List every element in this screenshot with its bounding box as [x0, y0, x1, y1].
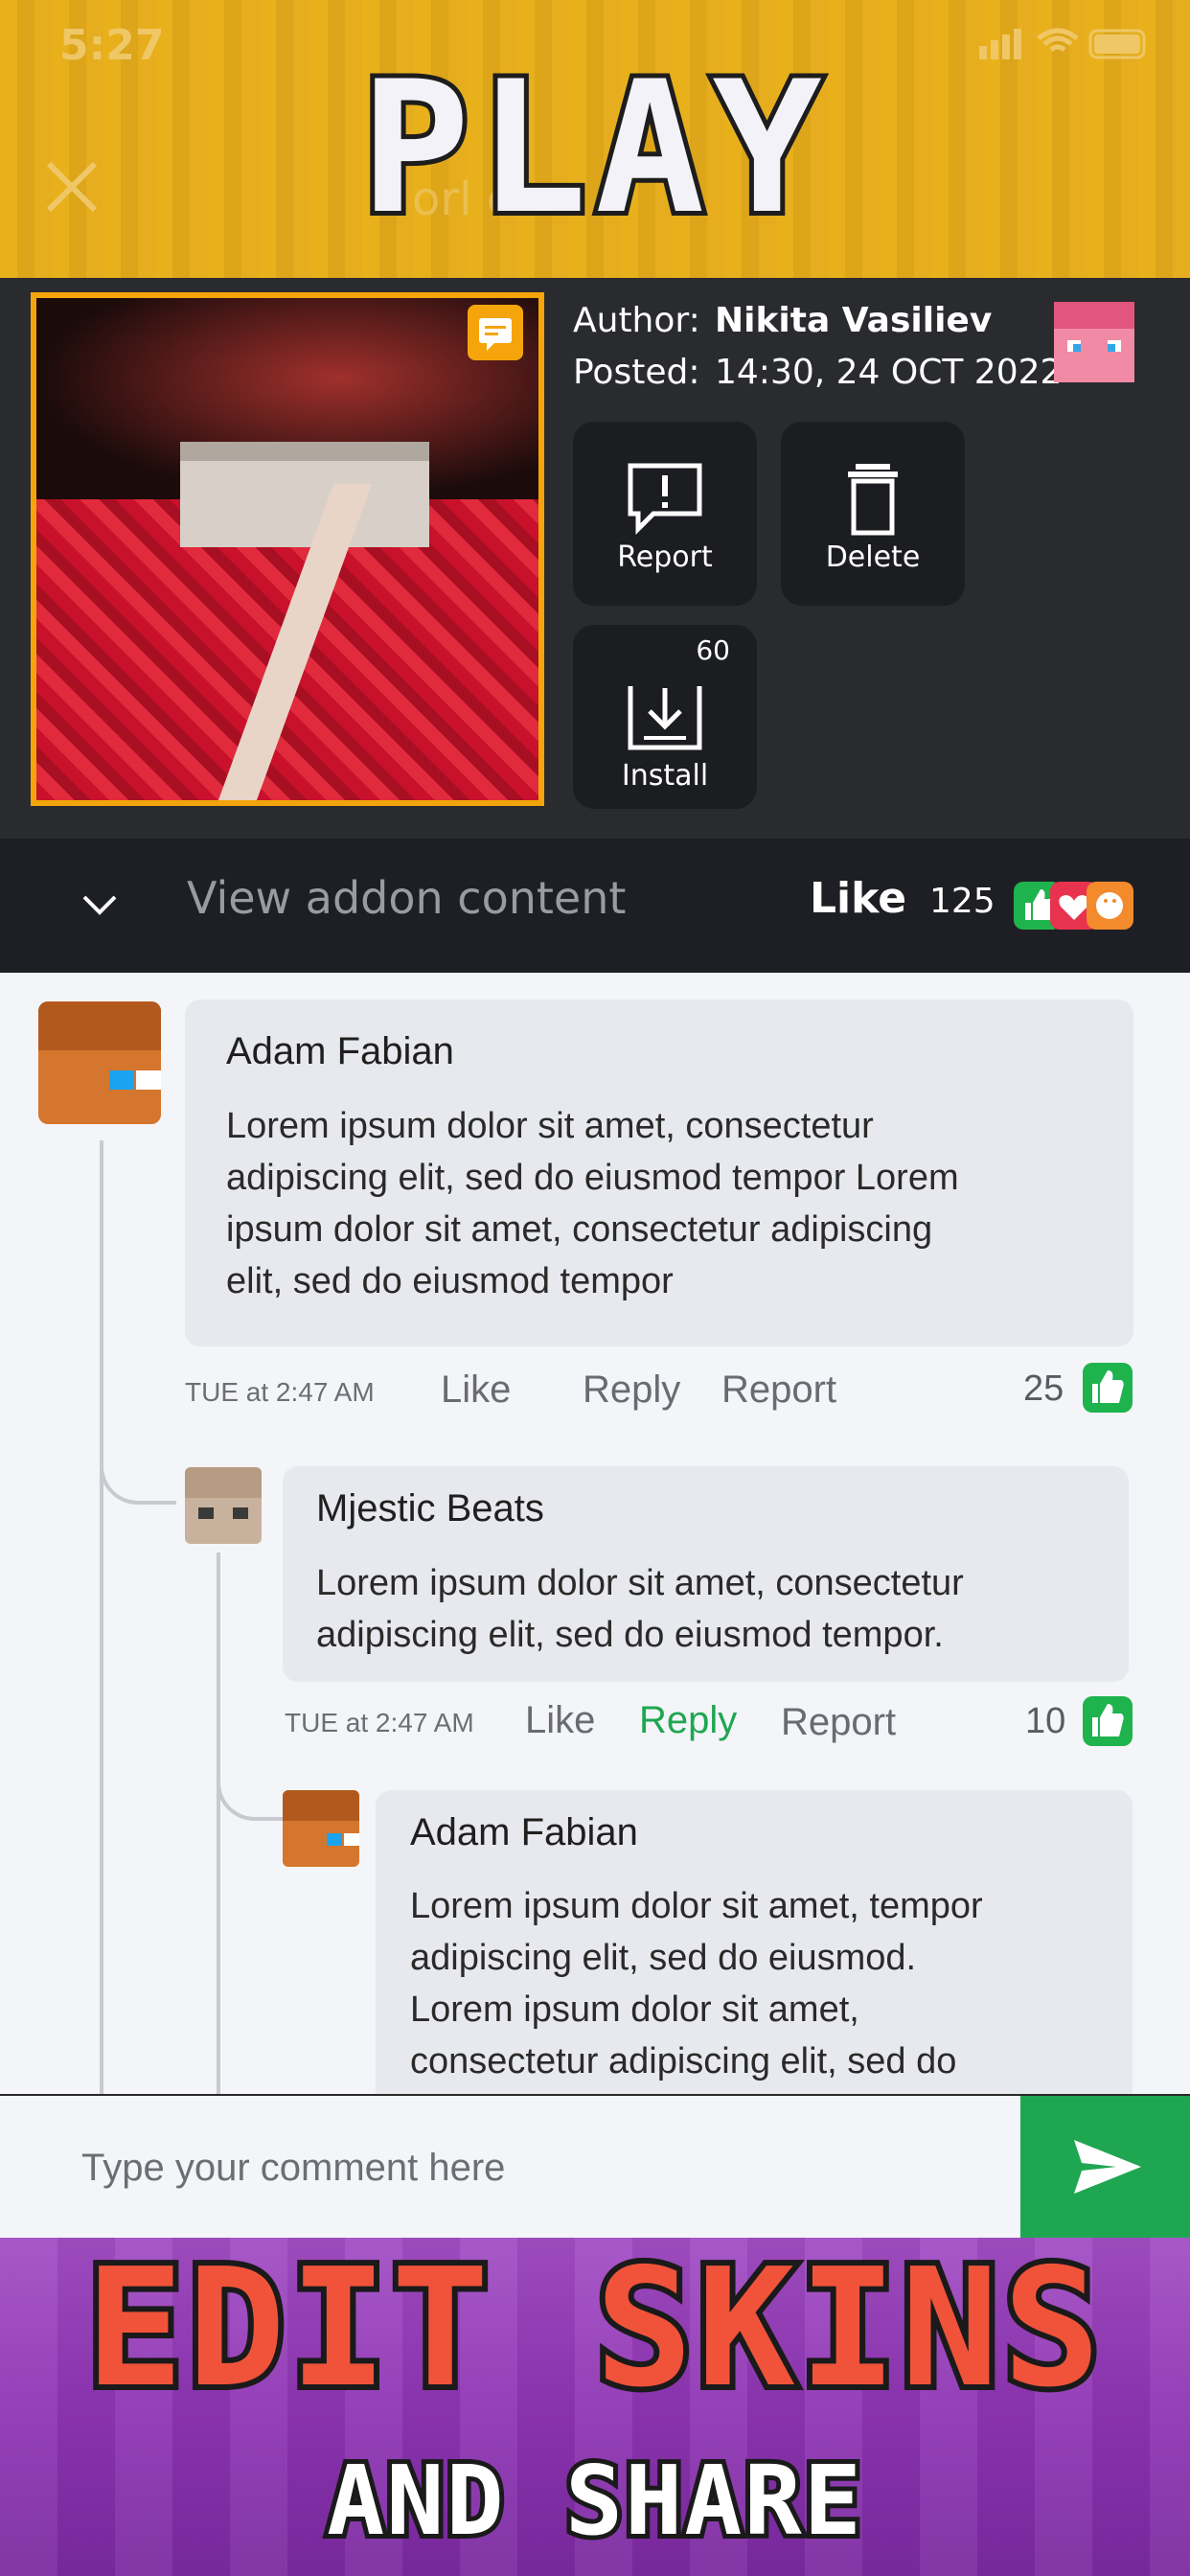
author-label: Author:	[573, 301, 700, 340]
install-label: Install	[621, 759, 709, 793]
like-button[interactable]: Like	[810, 874, 906, 923]
comment-author[interactable]: Mjestic Beats	[316, 1487, 544, 1530]
send-icon	[1074, 2140, 1141, 2194]
install-button[interactable]: 60 Install	[573, 625, 757, 809]
thread-connector	[217, 1744, 284, 1821]
comment-author[interactable]: Adam Fabian	[226, 1030, 454, 1073]
trash-icon	[848, 464, 898, 536]
author-avatar[interactable]	[1054, 302, 1134, 382]
send-button[interactable]	[1020, 2096, 1190, 2240]
comment-like-count: 25	[1023, 1368, 1064, 1409]
reaction-icons[interactable]	[1014, 880, 1133, 932]
comment-badge-icon	[468, 305, 523, 360]
comment-reply-button[interactable]: Reply	[639, 1699, 737, 1742]
download-icon	[628, 686, 702, 750]
comment-like-button[interactable]: Like	[525, 1699, 595, 1742]
chevron-down-icon[interactable]	[80, 891, 119, 918]
comment-text: Lorem ipsum dolor sit amet, consectetur …	[226, 1106, 959, 1301]
comment-report-button[interactable]: Report	[781, 1701, 896, 1744]
comment-like-button[interactable]: Like	[441, 1368, 511, 1412]
report-label: Report	[617, 540, 713, 574]
thread-line	[100, 1140, 103, 2094]
addon-thumbnail[interactable]	[31, 292, 544, 806]
report-button[interactable]: Report	[573, 422, 757, 606]
comment-author[interactable]: Adam Fabian	[410, 1811, 638, 1854]
comment-report-button[interactable]: Report	[721, 1368, 836, 1412]
promo-line-2: AND SHARE	[322, 2445, 866, 2557]
comment-text: Lorem ipsum dolor sit amet, consectetur …	[316, 1563, 964, 1655]
like-count: 125	[929, 882, 995, 921]
promo-top-text: PLAY	[355, 42, 830, 254]
avatar[interactable]	[38, 1001, 161, 1124]
author-name[interactable]: Nikita Vasiliev	[715, 301, 992, 340]
comment-reply-button[interactable]: Reply	[583, 1368, 680, 1412]
posted-label: Posted:	[573, 353, 700, 392]
thread-connector	[100, 1428, 176, 1505]
thumbs-up-icon[interactable]	[1083, 1696, 1133, 1746]
thumbs-up-icon[interactable]	[1083, 1363, 1133, 1413]
posted-date: 14:30, 24 OCT 2022	[715, 353, 1063, 392]
install-count: 60	[696, 634, 730, 666]
comment-like-count: 10	[1025, 1701, 1066, 1741]
comment-input[interactable]: Type your comment here	[81, 2147, 505, 2190]
comment-text: Lorem ipsum dolor sit amet, tempor adipi…	[410, 1886, 983, 2082]
delete-button[interactable]: Delete	[781, 422, 965, 606]
report-icon	[628, 463, 702, 536]
comment-time: TUE at 2:47 AM	[285, 1708, 474, 1737]
view-addon-content-link[interactable]: View addon content	[187, 872, 626, 924]
avatar[interactable]	[283, 1790, 359, 1867]
delete-label: Delete	[825, 540, 921, 574]
avatar[interactable]	[185, 1467, 262, 1544]
promo-line-1: EDIT SKINS	[80, 2234, 1107, 2424]
comment-time: TUE at 2:47 AM	[185, 1377, 375, 1407]
thread-line	[217, 1552, 220, 2094]
